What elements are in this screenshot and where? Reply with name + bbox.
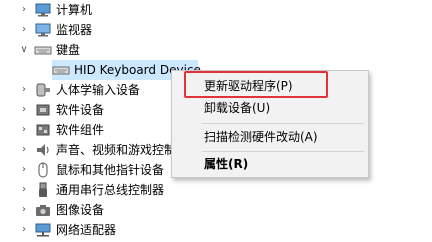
menu-item-label: 卸载设备(U) <box>204 101 271 115</box>
computer-icon <box>34 2 52 18</box>
network-icon <box>34 222 52 238</box>
tree-item-label: 图像设备 <box>56 203 105 217</box>
monitor-icon <box>34 22 52 38</box>
usb-icon <box>34 182 52 198</box>
tree-item-usb-controllers[interactable]: › 通用串行总线控制器 <box>0 180 432 200</box>
chevron-right-icon[interactable]: › <box>18 4 30 16</box>
menu-item-label: 扫描检测硬件改动(A) <box>204 130 318 144</box>
tree-item-label: 软件组件 <box>56 123 105 137</box>
menu-item-uninstall-device[interactable]: 卸载设备(U) <box>172 97 368 119</box>
tree-item-label: 通用串行总线控制器 <box>56 183 165 197</box>
chevron-down-icon[interactable]: ∨ <box>18 44 30 56</box>
speaker-icon <box>34 142 52 158</box>
chevron-right-icon[interactable]: › <box>18 164 30 176</box>
tree-item-computer[interactable]: › 计算机 <box>0 0 432 20</box>
tree-item-label: 键盘 <box>56 43 81 57</box>
menu-separator <box>202 123 364 124</box>
tree-item-label: 网络适配器 <box>56 223 117 237</box>
chevron-right-icon[interactable]: › <box>18 124 30 136</box>
camera-icon <box>34 202 52 218</box>
tree-item-label: 人体学输入设备 <box>56 83 141 97</box>
keyboard-icon <box>34 42 52 58</box>
menu-item-label: 属性(R) <box>204 157 249 171</box>
tree-item-label: 计算机 <box>56 3 93 17</box>
tree-item-monitors[interactable]: › 监视器 <box>0 20 432 40</box>
menu-separator <box>202 151 364 152</box>
chevron-right-icon[interactable]: › <box>18 24 30 36</box>
hid-icon <box>34 82 52 98</box>
chevron-right-icon[interactable]: › <box>18 104 30 116</box>
software-component-icon <box>34 122 52 138</box>
menu-item-properties[interactable]: 属性(R) <box>172 153 368 175</box>
keyboard-device-icon <box>52 62 70 78</box>
chevron-right-icon[interactable]: › <box>18 204 30 216</box>
annotation-highlight-box <box>184 71 328 98</box>
tree-item-label: 声音、视频和游戏控制器 <box>56 143 189 157</box>
tree-item-label: 软件设备 <box>56 103 105 117</box>
tree-item-imaging-devices[interactable]: › 图像设备 <box>0 200 432 220</box>
mouse-icon <box>34 162 52 178</box>
tree-item-label: 监视器 <box>56 23 93 37</box>
chevron-right-icon[interactable]: › <box>18 144 30 156</box>
tree-item-label: 鼠标和其他指针设备 <box>56 163 165 177</box>
tree-item-network-adapters[interactable]: › 网络适配器 <box>0 220 432 240</box>
chevron-right-icon[interactable]: › <box>18 224 30 236</box>
chevron-right-icon[interactable]: › <box>18 184 30 196</box>
software-device-icon <box>34 102 52 118</box>
chevron-right-icon[interactable]: › <box>18 84 30 96</box>
tree-item-keyboards[interactable]: ∨ 键盘 <box>0 40 432 60</box>
menu-item-scan-hardware-changes[interactable]: 扫描检测硬件改动(A) <box>172 126 368 148</box>
